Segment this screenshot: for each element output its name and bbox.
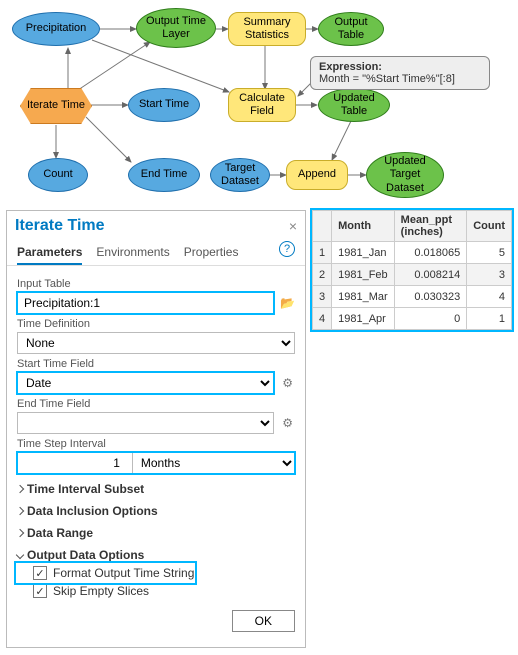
node-summary-statistics: Summary Statistics <box>228 12 306 46</box>
gear-icon[interactable]: ⚙ <box>280 415 295 431</box>
table-row[interactable]: 4 1981_Apr 0 1 <box>313 308 512 330</box>
model-diagram: Precipitation Output Time Layer Summary … <box>0 0 518 210</box>
group-data-range[interactable]: Data Range <box>17 526 295 540</box>
group-output-data-options[interactable]: Output Data Options <box>17 548 295 562</box>
chevron-right-icon <box>16 507 24 515</box>
table-row[interactable]: 1 1981_Jan 0.018065 5 <box>313 242 512 264</box>
col-count[interactable]: Count <box>467 211 512 242</box>
label-time-definition: Time Definition <box>17 318 295 330</box>
label-start-time-field: Start Time Field <box>17 358 295 370</box>
label-end-time-field: End Time Field <box>17 398 295 410</box>
group-data-inclusion-options[interactable]: Data Inclusion Options <box>17 504 295 518</box>
ok-button[interactable]: OK <box>232 610 295 632</box>
time-step-unit-select[interactable]: Months <box>132 452 295 474</box>
table-corner <box>313 211 332 242</box>
label-input-table: Input Table <box>17 278 295 290</box>
node-updated-target-dataset: Updated Target Dataset <box>366 152 444 198</box>
callout-body: Month = "%Start Time%"[:8] <box>319 73 455 85</box>
label-time-step-interval: Time Step Interval <box>17 438 295 450</box>
chevron-down-icon <box>16 551 24 559</box>
callout-title: Expression: <box>319 61 382 73</box>
start-time-field-select[interactable]: Date <box>17 372 274 394</box>
node-output-time-layer: Output Time Layer <box>136 8 216 48</box>
folder-icon[interactable]: 📂 <box>280 295 295 311</box>
skip-empty-slices-checkbox[interactable]: ✓ <box>33 584 47 598</box>
tab-parameters[interactable]: Parameters <box>17 241 82 265</box>
chevron-right-icon <box>16 485 24 493</box>
node-precipitation: Precipitation <box>12 12 100 46</box>
gear-icon[interactable]: ⚙ <box>280 375 295 391</box>
close-icon[interactable]: × <box>289 218 297 234</box>
node-count: Count <box>28 158 88 192</box>
table-row[interactable]: 2 1981_Feb 0.008214 3 <box>313 264 512 286</box>
chevron-right-icon <box>16 529 24 537</box>
node-updated-table: Updated Table <box>318 88 390 122</box>
node-end-time: End Time <box>128 158 200 192</box>
node-append: Append <box>286 160 348 190</box>
panel-title: Iterate Time <box>15 217 105 235</box>
time-definition-select[interactable]: None <box>17 332 295 354</box>
format-output-time-string-checkbox[interactable]: ✓ <box>33 566 47 580</box>
tab-environments[interactable]: Environments <box>96 241 169 265</box>
table-header-row: Month Mean_ppt (inches) Count <box>313 211 512 242</box>
col-mean[interactable]: Mean_ppt (inches) <box>394 211 467 242</box>
group-time-interval-subset[interactable]: Time Interval Subset <box>17 482 295 496</box>
node-iterate-time: Iterate Time <box>20 88 92 124</box>
input-table-field[interactable] <box>17 292 274 314</box>
node-output-table: Output Table <box>318 12 384 46</box>
format-output-time-string-label: Format Output Time String <box>53 566 194 580</box>
help-icon[interactable]: ? <box>279 241 295 257</box>
skip-empty-slices-label: Skip Empty Slices <box>53 584 149 598</box>
tab-properties[interactable]: Properties <box>184 241 239 265</box>
time-step-value-field[interactable] <box>17 452 126 474</box>
node-calculate-field: Calculate Field <box>228 88 296 122</box>
iterate-time-panel: Iterate Time × Parameters Environments P… <box>6 210 306 648</box>
expression-callout: Expression: Month = "%Start Time%"[:8] <box>310 56 490 90</box>
table-row[interactable]: 3 1981_Mar 0.030323 4 <box>313 286 512 308</box>
results-table: Month Mean_ppt (inches) Count 1 1981_Jan… <box>312 210 512 330</box>
node-target-dataset: Target Dataset <box>210 158 270 192</box>
col-month[interactable]: Month <box>332 211 395 242</box>
node-start-time: Start Time <box>128 88 200 122</box>
end-time-field-select[interactable] <box>17 412 274 434</box>
